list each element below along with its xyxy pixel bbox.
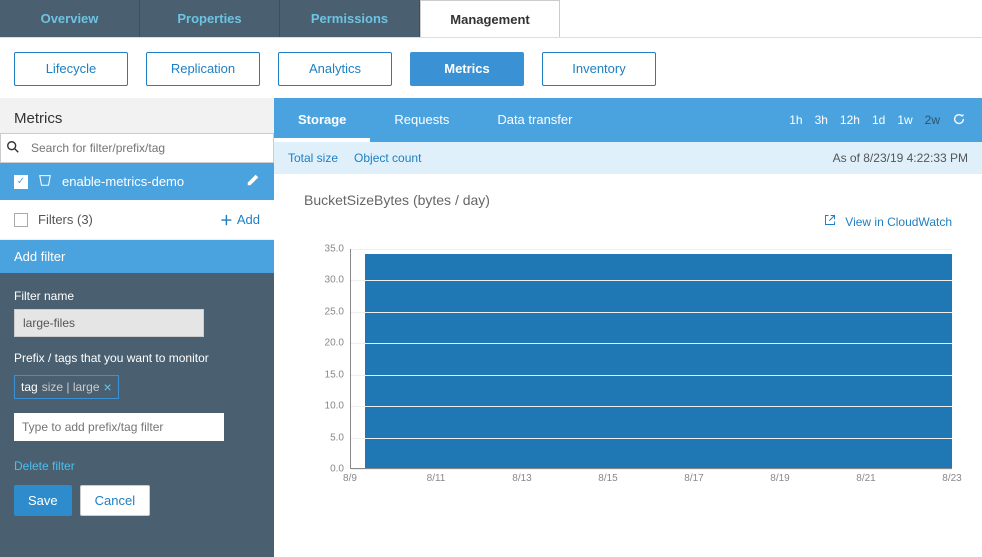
y-tick: 20.0 [325,338,344,349]
y-tick: 10.0 [325,401,344,412]
chip-remove-icon[interactable]: × [104,379,112,395]
y-tick: 35.0 [325,244,344,255]
y-tick: 30.0 [325,275,344,286]
cloudwatch-link-text: View in CloudWatch [845,215,952,229]
x-tick: 8/23 [942,473,961,484]
prefix-tag-input[interactable] [14,413,224,441]
metric-tab-requests[interactable]: Requests [370,98,473,142]
save-button[interactable]: Save [14,485,72,516]
range-1w[interactable]: 1w [897,113,912,127]
filters-label: Filters (3) [38,212,93,227]
metric-tab-storage[interactable]: Storage [274,98,370,142]
tag-chip[interactable]: tag size | large × [14,375,119,399]
delete-filter-link[interactable]: Delete filter [14,459,260,473]
chip-tag-key: tag [21,380,38,394]
cancel-button[interactable]: Cancel [80,485,150,516]
metric-tab-transfer[interactable]: Data transfer [473,98,596,142]
subtab-metrics[interactable]: Metrics [410,52,524,86]
object-count-link[interactable]: Object count [354,151,421,165]
external-link-icon [824,215,839,229]
y-tick: 25.0 [325,306,344,317]
add-filter-header: Add filter [0,240,274,273]
x-tick: 8/11 [427,473,446,484]
search-icon [1,140,25,157]
x-tick: 8/13 [512,473,531,484]
filter-name-label: Filter name [14,289,260,303]
y-tick: 15.0 [325,369,344,380]
range-3h[interactable]: 3h [815,113,828,127]
bucket-checkbox[interactable]: ✓ [14,175,28,189]
subtab-replication[interactable]: Replication [146,52,260,86]
tab-overview[interactable]: Overview [0,0,140,37]
y-tick: 0.0 [330,464,344,475]
filters-checkbox[interactable] [14,213,28,227]
add-filter-button[interactable]: ＋ Add [220,210,260,229]
edit-icon[interactable] [246,173,260,190]
range-2w[interactable]: 2w [925,113,940,127]
x-tick: 8/21 [856,473,875,484]
filter-name-input[interactable] [14,309,204,337]
plus-icon: ＋ [220,210,233,229]
x-tick: 8/19 [770,473,789,484]
add-label: Add [237,212,260,227]
total-size-link[interactable]: Total size [288,151,338,165]
tab-management[interactable]: Management [420,0,560,37]
range-12h[interactable]: 12h [840,113,860,127]
refresh-icon[interactable] [952,112,966,129]
chart-title: BucketSizeBytes (bytes / day) [304,192,952,208]
subtab-lifecycle[interactable]: Lifecycle [14,52,128,86]
timestamp: As of 8/23/19 4:22:33 PM [833,151,968,165]
x-tick: 8/17 [684,473,703,484]
tab-properties[interactable]: Properties [140,0,280,37]
bucket-icon [38,173,52,190]
range-1d[interactable]: 1d [872,113,885,127]
x-tick: 8/9 [343,473,357,484]
search-input[interactable] [25,137,273,159]
y-tick: 5.0 [330,432,344,443]
view-in-cloudwatch-link[interactable]: View in CloudWatch [304,214,952,229]
prefix-label: Prefix / tags that you want to monitor [14,351,260,365]
subtab-inventory[interactable]: Inventory [542,52,656,86]
tab-permissions[interactable]: Permissions [280,0,420,37]
subtab-analytics[interactable]: Analytics [278,52,392,86]
top-tabs-spacer [560,0,982,37]
x-tick: 8/15 [598,473,617,484]
range-1h[interactable]: 1h [789,113,802,127]
chart: 0.05.010.015.020.025.030.035.0 8/98/118/… [304,249,952,489]
sidebar-title: Metrics [0,98,274,133]
bucket-name: enable-metrics-demo [62,174,184,189]
chip-tag-value: size | large [42,380,100,394]
